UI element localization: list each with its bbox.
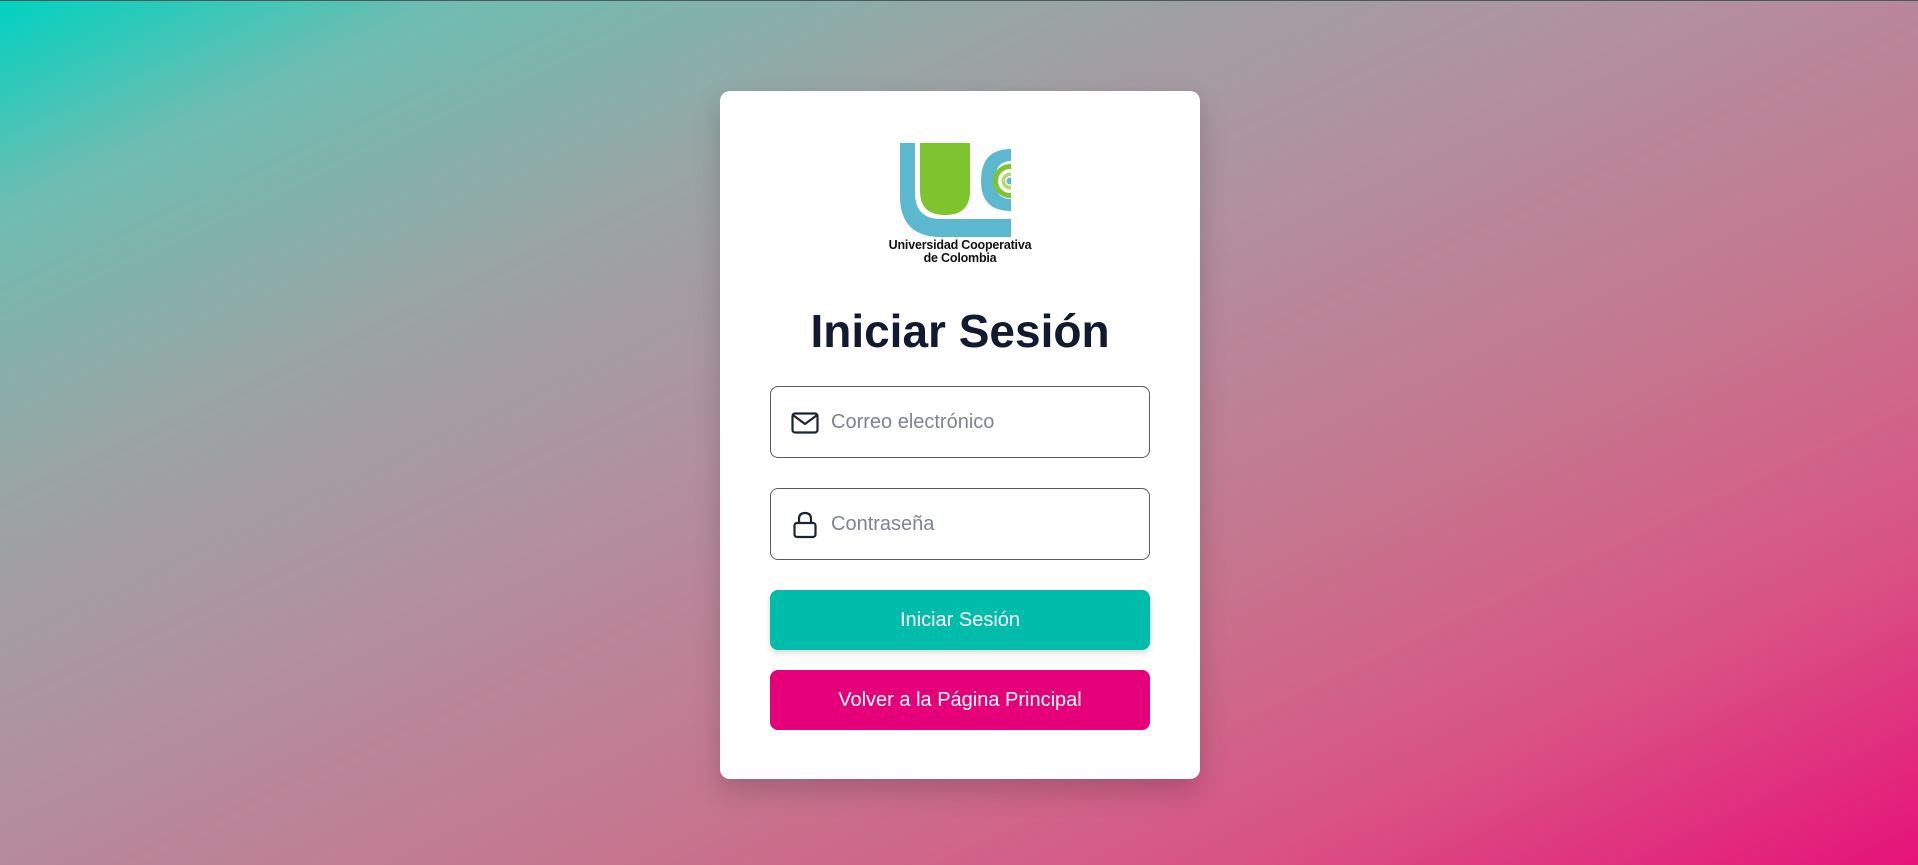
password-input[interactable] <box>831 489 1131 559</box>
email-field[interactable] <box>770 386 1150 458</box>
mail-icon <box>791 409 819 437</box>
login-card: Universidad Cooperativa de Colombia Inic… <box>720 91 1200 779</box>
university-name-line2: de Colombia <box>923 251 997 265</box>
top-border-line <box>0 0 1918 1</box>
password-field[interactable] <box>770 488 1150 560</box>
university-logo: Universidad Cooperativa de Colombia <box>885 141 1035 276</box>
back-to-home-button[interactable]: Volver a la Página Principal <box>770 670 1150 730</box>
university-name: Universidad Cooperativa de Colombia <box>885 239 1035 265</box>
ucc-logo-mark <box>900 141 1035 241</box>
login-button[interactable]: Iniciar Sesión <box>770 590 1150 650</box>
page-title: Iniciar Sesión <box>810 305 1110 357</box>
lock-icon <box>791 511 819 539</box>
email-input[interactable] <box>831 387 1131 457</box>
